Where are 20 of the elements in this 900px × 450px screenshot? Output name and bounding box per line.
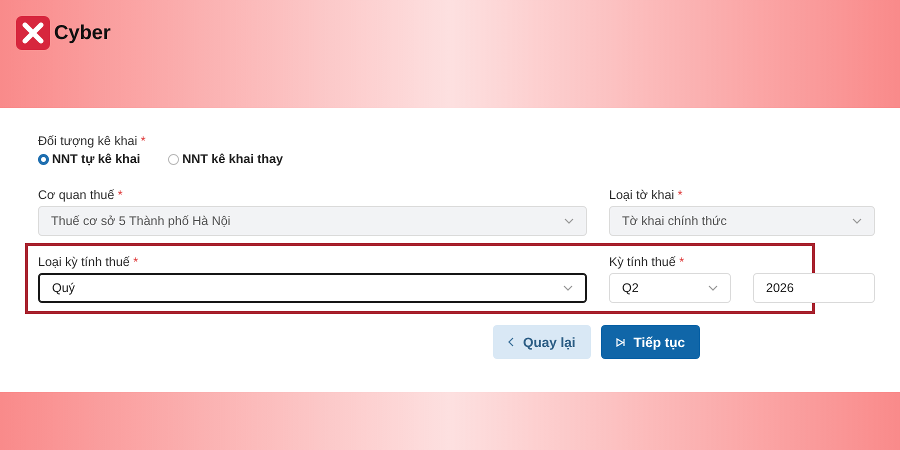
chevron-left-icon: [508, 337, 514, 347]
chevron-icon: [564, 218, 574, 224]
skip-icon: [616, 338, 625, 346]
radio-option[interactable]: NNT tự kê khai: [38, 152, 140, 166]
chevron-icon: [563, 285, 573, 291]
next-button[interactable]: Tiếp tục: [600, 325, 700, 359]
field-label: Kỳ tính thuế *: [609, 255, 686, 269]
field-label: Loại kỳ tính thuế *: [38, 255, 140, 269]
logo-icon: [16, 16, 50, 50]
chevron-icon: [708, 285, 718, 291]
select-field[interactable]: Q2: [609, 273, 731, 303]
field-label: Cơ quan thuế *: [38, 188, 124, 202]
select-field[interactable]: Quý: [38, 273, 587, 303]
chevron-icon: [852, 218, 862, 224]
radio-option[interactable]: NNT kê khai thay: [168, 152, 283, 166]
field-label: Đối tượng kê khai *: [38, 134, 147, 148]
year-field[interactable]: 2026: [753, 273, 875, 303]
brand-name: Cyber: [54, 22, 111, 44]
field-label: Loại tờ khai *: [609, 188, 684, 202]
back-button[interactable]: Quay lại: [493, 325, 591, 359]
